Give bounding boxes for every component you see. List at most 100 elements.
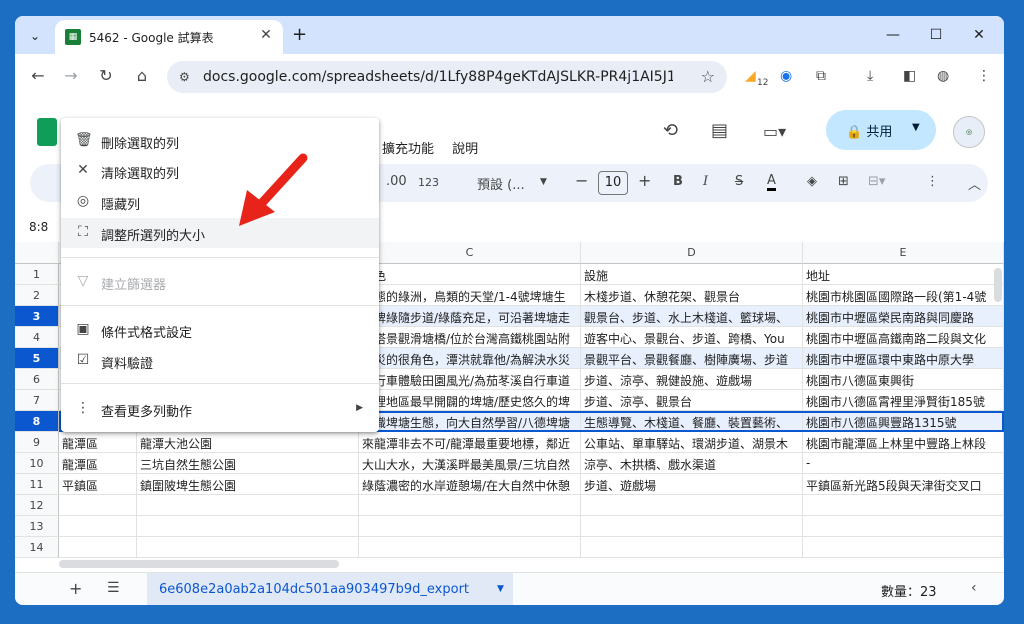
video-call-icon[interactable]: ▭▾ — [763, 122, 786, 141]
table-cell-d[interactable]: 觀景台、步道、水上木棧道、籃球場、 — [581, 306, 803, 327]
chevron-left-icon[interactable]: ‹ — [971, 580, 977, 596]
italic-button[interactable]: I — [703, 174, 708, 189]
menu-extensions[interactable]: 擴充功能 — [382, 142, 434, 157]
column-header-d[interactable]: D — [581, 242, 803, 264]
font-size-input[interactable]: 10 — [598, 171, 628, 195]
chevron-down-icon[interactable]: ▼ — [540, 177, 547, 187]
table-cell-d[interactable]: 公車站、單車驛站、環湖步道、湖景木 — [581, 432, 803, 453]
sheets-logo[interactable] — [37, 118, 57, 146]
column-header-c[interactable]: C — [359, 242, 581, 264]
strikethrough-button[interactable]: S — [735, 174, 743, 189]
table-cell-a[interactable]: 平鎮區 — [59, 474, 137, 495]
table-cell-e[interactable] — [803, 537, 1004, 558]
table-cell-d[interactable]: 步道、涼亭、觀景台 — [581, 390, 803, 411]
menu-item-resize[interactable]: ⛶ 調整所選列的大小 — [61, 218, 379, 248]
table-cell-d[interactable]: 步道、涼亭、親健設施、遊戲場 — [581, 369, 803, 390]
table-cell-b[interactable]: 三坑自然生態公園 — [137, 453, 359, 474]
fill-color-icon[interactable]: ◈ — [807, 174, 817, 189]
table-cell-d[interactable]: 涼亭、木拱橋、戲水渠道 — [581, 453, 803, 474]
share-button[interactable]: 🔒 共用 ▼ — [826, 110, 936, 150]
table-cell-d[interactable] — [581, 537, 803, 558]
vertical-scrollbar[interactable] — [994, 268, 1002, 302]
number-format-button[interactable]: 123 — [418, 176, 439, 189]
more-vert-icon[interactable]: ⋮ — [926, 174, 939, 189]
row-header[interactable]: 9 — [15, 432, 59, 453]
table-cell-a[interactable]: 龍潭區 — [59, 453, 137, 474]
table-cell-a[interactable] — [59, 516, 137, 537]
table-cell-c[interactable] — [359, 537, 581, 558]
column-header-e[interactable]: E — [803, 242, 1004, 264]
row-header[interactable]: 1 — [15, 264, 59, 285]
chevron-down-icon[interactable]: ▼ — [497, 584, 504, 594]
menu-item-filter[interactable]: ▽ 建立篩選器 — [61, 267, 379, 297]
table-cell-c[interactable]: 來龍潭非去不可/龍潭最重要地標，鄰近 — [359, 432, 581, 453]
row-header[interactable]: 13 — [15, 516, 59, 537]
rss-extension-icon[interactable]: ◢ — [745, 68, 756, 84]
table-cell-b[interactable]: 鎮圍陂埤生態公園 — [137, 474, 359, 495]
table-cell-e[interactable]: 桃園市桃園區國際路一段(第1-4號 — [803, 285, 1004, 306]
chevron-down-icon[interactable]: ▼ — [912, 122, 920, 133]
home-button[interactable]: ⌂ — [131, 66, 153, 85]
table-cell-d[interactable] — [581, 495, 803, 516]
table-cell-d[interactable]: 遊客中心、景觀台、步道、跨橋、You — [581, 327, 803, 348]
select-all-corner[interactable] — [15, 242, 59, 264]
more-vert-icon[interactable]: ⋮ — [977, 68, 991, 84]
forward-button[interactable]: → — [60, 66, 82, 85]
bold-button[interactable]: B — [673, 174, 683, 189]
url-text[interactable]: docs.google.com/spreadsheets/d/1Lfy88P4g… — [203, 69, 673, 85]
table-cell-c[interactable]: 特色 — [359, 264, 581, 285]
browser-tab[interactable]: ▦ 5462 - Google 試算表 ✕ — [55, 20, 283, 54]
table-cell-b[interactable] — [137, 495, 359, 516]
minimize-button[interactable]: — — [873, 22, 913, 48]
table-cell-c[interactable]: 生態的綠洲，鳥類的天堂/1-4號埤塘生 — [359, 285, 581, 306]
table-cell-d[interactable] — [581, 516, 803, 537]
increase-decimal-button[interactable]: .00 — [386, 174, 407, 189]
add-sheet-button[interactable]: + — [69, 579, 82, 598]
selection-count[interactable]: 數量：23 — [881, 581, 937, 600]
row-header[interactable]: 3 — [15, 306, 59, 327]
table-cell-e[interactable] — [803, 516, 1004, 537]
site-info-icon[interactable]: ⚙ — [179, 70, 190, 84]
horizontal-scrollbar[interactable] — [59, 560, 339, 568]
row-header[interactable]: 8 — [15, 411, 59, 432]
table-cell-e[interactable]: 桃園市八德區霄裡里淨賢街185號 — [803, 390, 1004, 411]
row-header[interactable]: 11 — [15, 474, 59, 495]
table-cell-d[interactable]: 步道、遊戲場 — [581, 474, 803, 495]
profile-icon[interactable]: ◍ — [937, 68, 949, 84]
merge-cells-icon[interactable]: ⊟▾ — [868, 174, 885, 189]
font-size-increase-button[interactable]: + — [638, 171, 651, 190]
table-cell-c[interactable]: 環埤綠隨步道/綠蔭充足，可沿著埤塘走 — [359, 306, 581, 327]
chevron-up-icon[interactable]: ︿ — [968, 174, 981, 193]
menu-item-close[interactable]: ✕ 清除選取的列 — [61, 156, 379, 186]
table-cell-d[interactable]: 木棧步道、休憩花架、觀景台 — [581, 285, 803, 306]
table-cell-c[interactable]: 大山大水，大漢溪畔最美風景/三坑自然 — [359, 453, 581, 474]
table-cell-a[interactable] — [59, 495, 137, 516]
table-cell-b[interactable]: 龍潭大池公園 — [137, 432, 359, 453]
table-cell-b[interactable] — [137, 537, 359, 558]
menu-item-more-vert[interactable]: ⋮ 查看更多列動作 ▶ — [61, 394, 379, 424]
row-header[interactable]: 6 — [15, 369, 59, 390]
side-panel-icon[interactable]: ◧ — [903, 68, 916, 84]
menu-item-paint-format[interactable]: ▣ 條件式格式設定 — [61, 315, 379, 345]
menu-item-trash[interactable]: 🗑 刪除選取的列 — [61, 126, 379, 156]
font-size-decrease-button[interactable]: − — [575, 171, 588, 190]
row-header[interactable]: 10 — [15, 453, 59, 474]
name-box[interactable]: 8:8 — [29, 220, 48, 234]
table-cell-c[interactable]: 防災的很角色，潭洪就靠他/為解決水災 — [359, 348, 581, 369]
maximize-button[interactable]: ☐ — [916, 22, 956, 48]
menu-item-eye-off[interactable]: ◎ 隱藏列 — [61, 187, 379, 217]
table-cell-e[interactable]: 桃園市龍潭區上林里中豐路上林段 — [803, 432, 1004, 453]
table-cell-e[interactable]: 地址 — [803, 264, 1004, 285]
row-header[interactable]: 2 — [15, 285, 59, 306]
puzzle-icon[interactable]: ⧉ — [816, 68, 826, 84]
font-select[interactable]: 預設 (... — [477, 174, 525, 193]
new-tab-button[interactable]: + — [292, 24, 307, 45]
all-sheets-button[interactable]: ☰ — [107, 580, 120, 596]
reload-button[interactable]: ↻ — [95, 66, 117, 85]
table-cell-d[interactable]: 景觀平台、景觀餐廳、樹陣廣場、步道 — [581, 348, 803, 369]
table-cell-e[interactable]: - — [803, 453, 1004, 474]
table-cell-a[interactable]: 龍潭區 — [59, 432, 137, 453]
table-cell-c[interactable] — [359, 516, 581, 537]
table-cell-c[interactable]: 雙塔景觀滑塘橋/位於台灣高鐵桃園站附 — [359, 327, 581, 348]
table-cell-e[interactable] — [803, 495, 1004, 516]
